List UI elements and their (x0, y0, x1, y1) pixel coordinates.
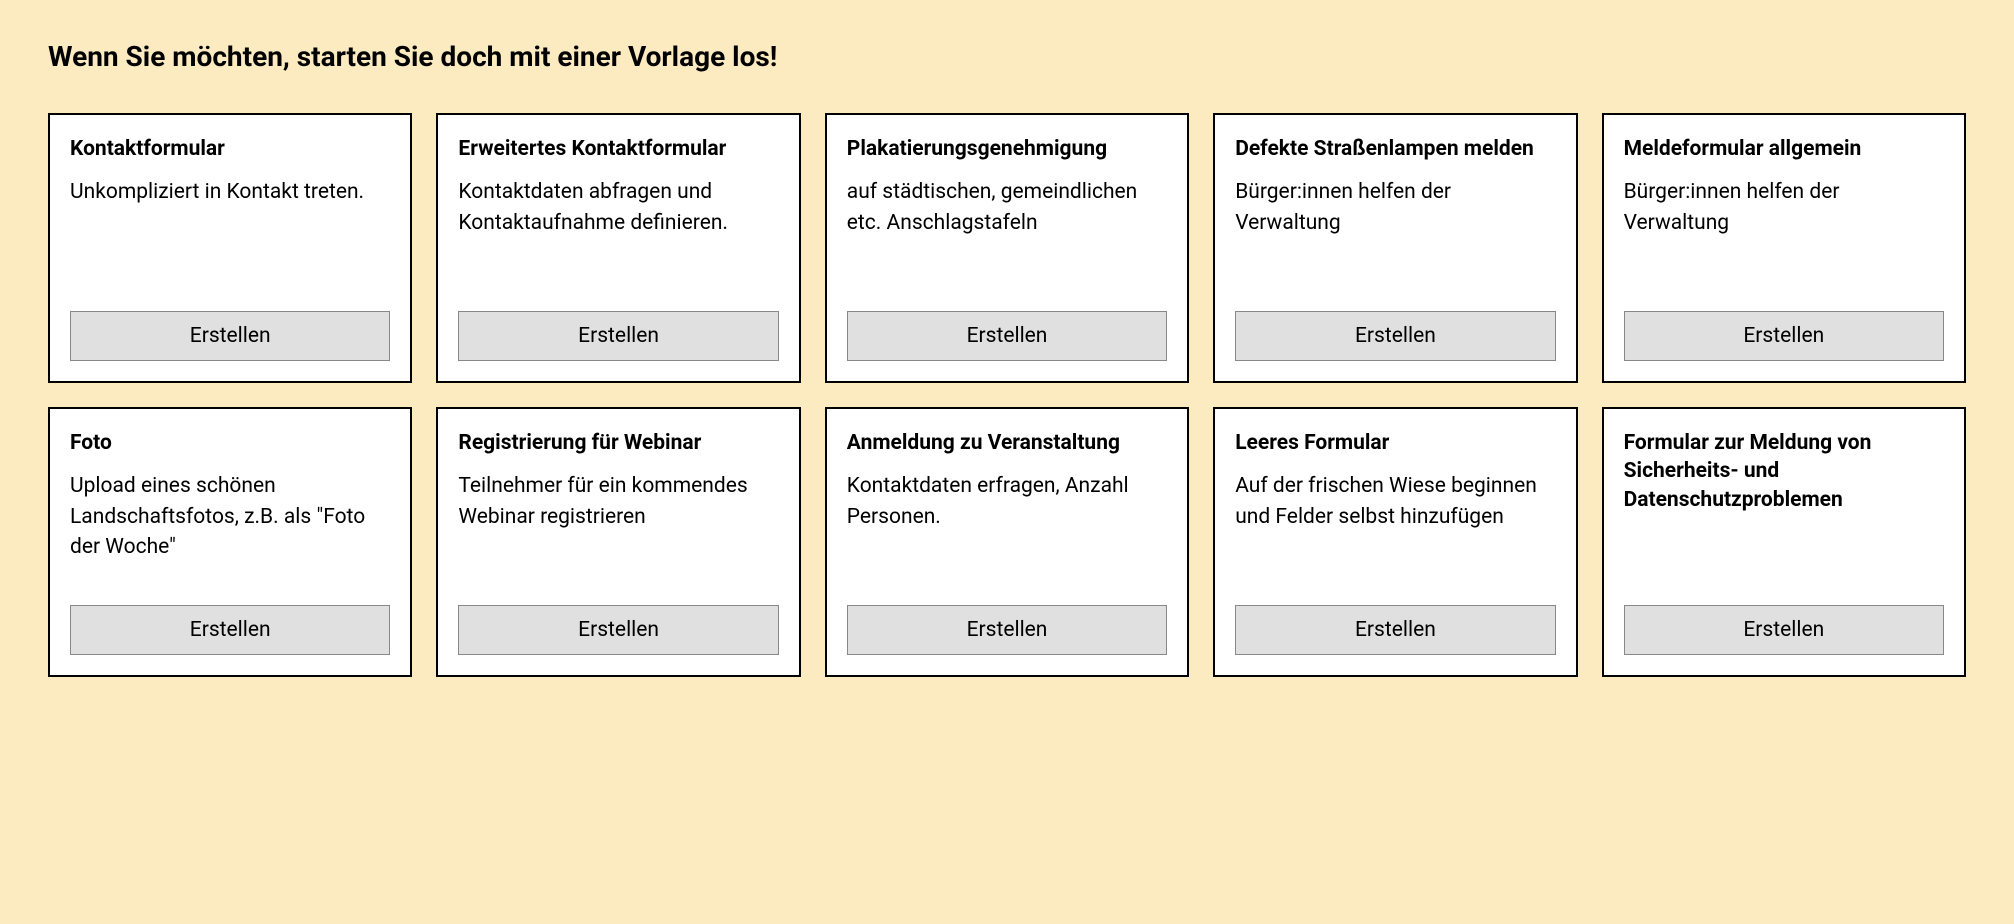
create-button[interactable]: Erstellen (1235, 311, 1555, 361)
template-card-title: Erweitertes Kontaktformular (458, 135, 778, 163)
template-card-title: Registrierung für Webinar (458, 429, 778, 457)
template-card-title: Meldeformular allgemein (1624, 135, 1944, 163)
template-card-title: Plakatierungsgeneh­migung (847, 135, 1167, 163)
create-button[interactable]: Erstellen (70, 311, 390, 361)
template-card-title: Leeres Formular (1235, 429, 1555, 457)
template-card-content: Kontaktformular Unkompliziert in Kontakt … (70, 135, 390, 291)
template-card-content: Plakatierungsgeneh­migung auf städtischen… (847, 135, 1167, 291)
template-card-description: Bürger:innen helfen der Verwaltung (1624, 177, 1944, 238)
template-card-content: Formular zur Meldung von Sicherheits- un… (1624, 429, 1944, 585)
template-card-content: Defekte Straßenlam­pen melden Bürger:inne… (1235, 135, 1555, 291)
page-title: Wenn Sie möchten, starten Sie doch mit e… (48, 40, 1966, 73)
template-card-description: Kontaktdaten abfragen und Kontaktaufnahm… (458, 177, 778, 238)
create-button[interactable]: Erstellen (1235, 605, 1555, 655)
create-button[interactable]: Erstellen (458, 311, 778, 361)
template-card-title: Formular zur Meldung von Sicherheits- un… (1624, 429, 1944, 514)
template-card: Formular zur Meldung von Sicherheits- un… (1602, 407, 1966, 677)
template-card: Registrierung für Webinar Teilnehmer für … (436, 407, 800, 677)
template-card: Foto Upload eines schönen Landschaftsfoto… (48, 407, 412, 677)
template-card-content: Erweitertes Kontaktformular Kontaktdaten … (458, 135, 778, 291)
template-card-content: Anmeldung zu Veranstaltung Kontaktdaten e… (847, 429, 1167, 585)
template-card-title: Anmeldung zu Veranstaltung (847, 429, 1167, 457)
create-button[interactable]: Erstellen (847, 311, 1167, 361)
create-button[interactable]: Erstellen (458, 605, 778, 655)
template-card-title: Kontaktformular (70, 135, 390, 163)
template-card-description: Kontaktdaten erfragen, Anzahl Personen. (847, 471, 1167, 532)
template-card-description: Upload eines schönen Landschaftsfotos, z… (70, 471, 390, 562)
template-card-description: Bürger:innen helfen der Verwaltung (1235, 177, 1555, 238)
template-card-title: Defekte Straßenlam­pen melden (1235, 135, 1555, 163)
template-card-content: Meldeformular allgemein Bürger:innen helf… (1624, 135, 1944, 291)
template-card-description: Teilnehmer für ein kom­mendes Webinar re… (458, 471, 778, 532)
template-card: Defekte Straßenlam­pen melden Bürger:inne… (1213, 113, 1577, 383)
template-card: Erweitertes Kontaktformular Kontaktdaten … (436, 113, 800, 383)
template-card-description: Auf der frischen Wiese beginnen und Feld… (1235, 471, 1555, 532)
template-card: Kontaktformular Unkompliziert in Kontakt … (48, 113, 412, 383)
template-card-description: auf städtischen, ge­meindlichen etc. Ans… (847, 177, 1167, 238)
template-card-content: Registrierung für Webinar Teilnehmer für … (458, 429, 778, 585)
create-button[interactable]: Erstellen (1624, 311, 1944, 361)
templates-grid: Kontaktformular Unkompliziert in Kontakt … (48, 113, 1966, 677)
template-card-content: Leeres Formular Auf der frischen Wiese be… (1235, 429, 1555, 585)
template-card-description: Unkompliziert in Kontakt treten. (70, 177, 390, 207)
create-button[interactable]: Erstellen (847, 605, 1167, 655)
template-card: Anmeldung zu Veranstaltung Kontaktdaten e… (825, 407, 1189, 677)
template-card-title: Foto (70, 429, 390, 457)
template-card-content: Foto Upload eines schönen Landschaftsfoto… (70, 429, 390, 585)
template-card: Leeres Formular Auf der frischen Wiese be… (1213, 407, 1577, 677)
create-button[interactable]: Erstellen (70, 605, 390, 655)
create-button[interactable]: Erstellen (1624, 605, 1944, 655)
template-card: Plakatierungsgeneh­migung auf städtischen… (825, 113, 1189, 383)
template-card: Meldeformular allgemein Bürger:innen helf… (1602, 113, 1966, 383)
